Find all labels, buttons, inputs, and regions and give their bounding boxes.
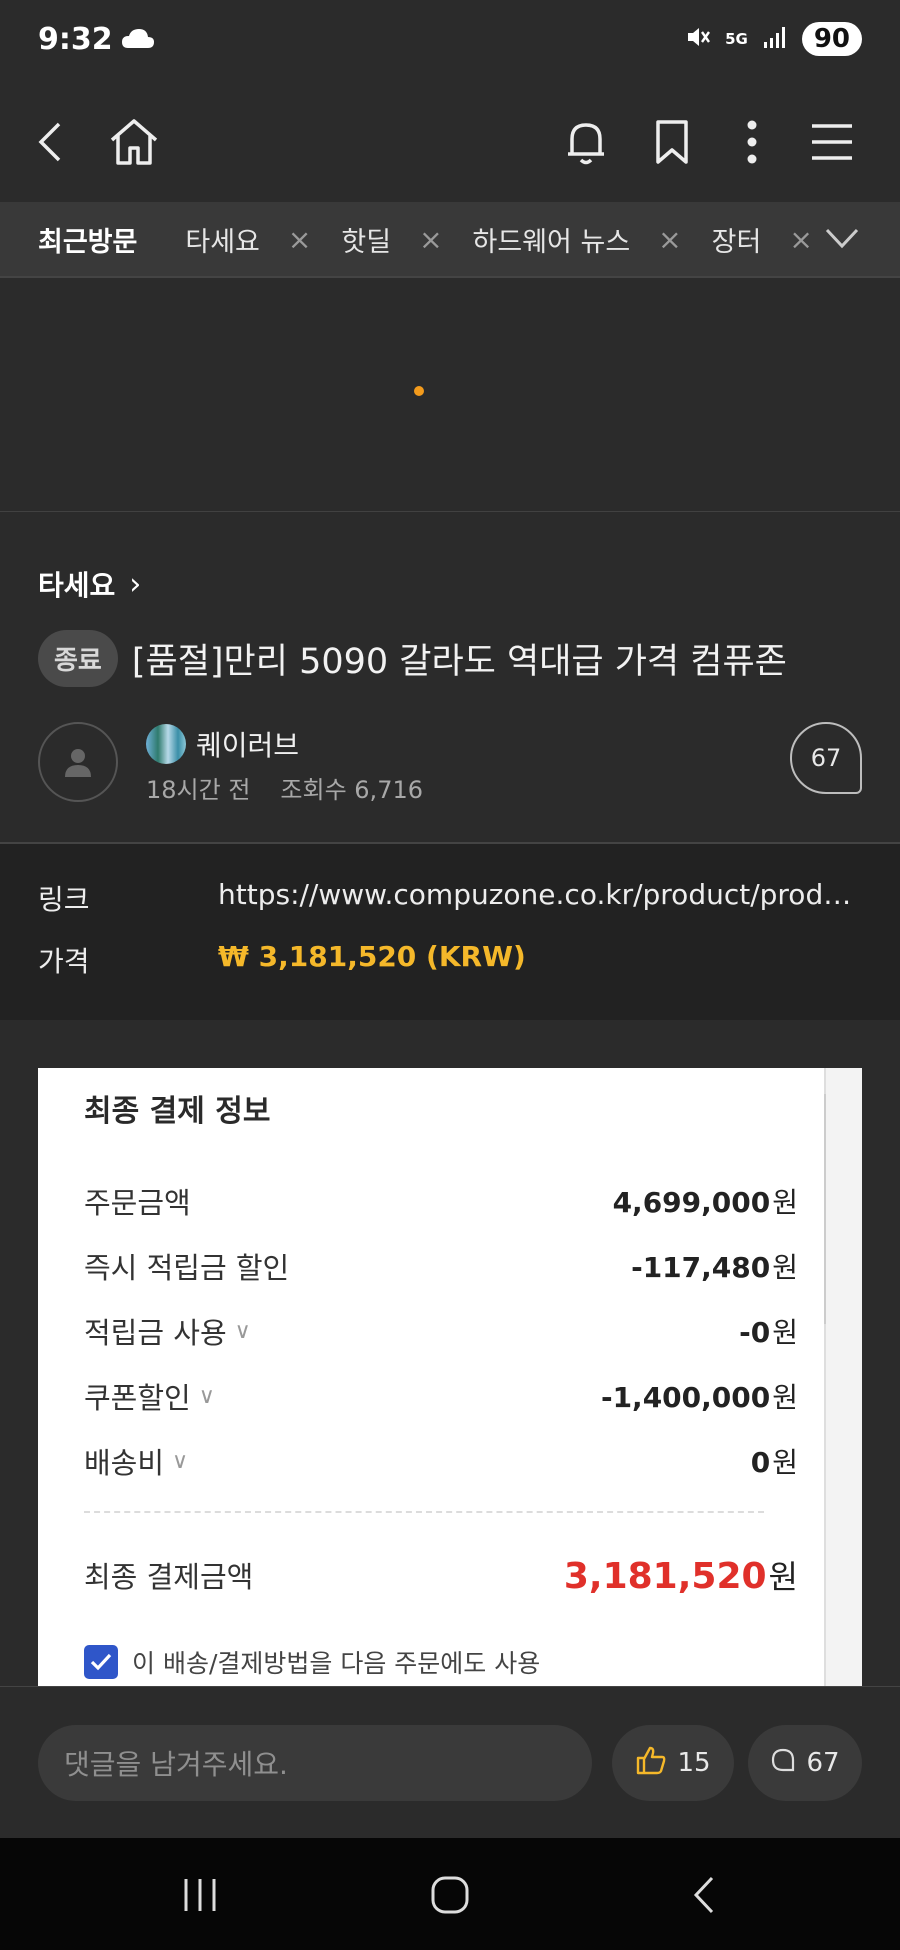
link-row: 링크 https://www.compuzone.co.kr/product/p… [38,878,858,918]
recent-label: 최근방문 [38,226,138,258]
payment-summary-title: 최종 결제 정보 [84,1094,271,1129]
recent-tab[interactable]: 타세요 × [185,220,311,259]
author-row: 퀘이러브 18시간 전 조회수 6,716 67 [38,722,862,806]
payment-total-label: 최종 결제금액 [84,1560,254,1594]
back-arrow-icon[interactable] [20,112,80,172]
user-avatar-icon[interactable] [38,722,118,802]
close-icon[interactable]: × [419,223,442,256]
close-icon[interactable]: × [658,223,681,256]
close-icon[interactable]: × [789,223,812,256]
ad-area [0,280,900,512]
board-name[interactable]: 타세요 [38,564,115,604]
payment-row-label: 주문금액 [84,1186,191,1220]
top-navigation [0,86,900,202]
payment-row: 적립금 사용 ∨ -0원 [84,1310,798,1352]
image-scrollbar [824,1094,826,1324]
recent-tab[interactable]: 핫딜 × [341,220,442,259]
price-value: ₩ 3,181,520 (KRW) [218,940,526,973]
close-icon[interactable]: × [288,223,311,256]
payment-row-value: -1,400,000원 [600,1381,798,1414]
post-meta: 18시간 전 조회수 6,716 [146,770,423,805]
comment-count-badge[interactable]: 67 [790,722,862,794]
deal-info: 링크 https://www.compuzone.co.kr/product/p… [0,844,900,1020]
network-type: 5G [725,29,748,48]
recent-apps-icon[interactable] [170,1868,230,1922]
payment-row-label: 적립금 사용 ∨ [84,1316,251,1350]
bell-icon[interactable] [556,112,616,172]
chevron-down-icon: ∨ [234,1318,251,1344]
recent-tab-label[interactable]: 타세요 [185,220,260,259]
comment-icon [770,1747,796,1780]
hamburger-menu-icon[interactable] [802,112,862,172]
payment-total-value: 3,181,520원 [563,1556,798,1597]
payment-row-label: 쿠폰할인 ∨ [84,1381,215,1415]
comment-input[interactable]: 댓글을 남겨주세요. [38,1725,592,1801]
chevron-down-icon: ∨ [198,1383,215,1409]
cloud-icon [120,26,156,58]
image-right-strip [824,1068,862,1686]
post-title-row: 종료 [품절]만리 5090 갈라도 역대급 가격 컴퓨존 [38,630,787,687]
payment-total-row: 최종 결제금액 3,181,520원 [84,1552,798,1598]
post-title: [품절]만리 5090 갈라도 역대급 가격 컴퓨존 [131,642,787,682]
chevron-down-icon[interactable] [824,224,860,256]
price-row: 가격 ₩ 3,181,520 (KRW) [38,940,858,980]
status-badge: 종료 [38,630,118,687]
checkbox-checked-icon [84,1645,118,1679]
mute-icon [685,24,711,54]
battery-level: 90 [801,22,862,56]
post-views: 조회수 6,716 [280,776,423,804]
thumbs-up-icon [635,1744,667,1783]
author-avatar [146,724,186,764]
recent-tab[interactable]: 장터 × [712,220,813,259]
home-button-icon[interactable] [420,1868,480,1922]
payment-row: 배송비 ∨ 0원 [84,1440,798,1482]
loading-dot [414,386,424,396]
comment-count: 67 [806,1748,840,1778]
recent-tabs-bar: 최근방문 타세요 × 핫딜 × 하드웨어 뉴스 × 장터 × [0,202,900,278]
recent-tab-label[interactable]: 하드웨어 뉴스 [473,220,631,259]
chevron-down-icon: ∨ [172,1448,189,1474]
reuse-payment-option: 이 배송/결제방법을 다음 주문에도 사용 [84,1644,540,1680]
comment-count: 67 [810,744,842,772]
comment-bar: 댓글을 남겨주세요. 15 67 [0,1686,900,1838]
status-bar: 9:32 5G 90 [0,0,900,86]
payment-row-value: 0원 [750,1446,798,1479]
link-value[interactable]: https://www.compuzone.co.kr/product/prod… [218,878,858,918]
dashed-divider [84,1511,764,1513]
system-navigation-bar [0,1838,900,1950]
checkbox-label: 이 배송/결제방법을 다음 주문에도 사용 [132,1649,541,1678]
author-name[interactable]: 퀘이러브 [196,724,299,764]
board-breadcrumb[interactable]: 타세요 › [38,564,141,604]
more-vertical-icon[interactable] [722,112,782,172]
post-time: 18시간 전 [146,776,251,804]
payment-row-value: -0원 [739,1316,798,1349]
like-button[interactable]: 15 [612,1725,734,1801]
signal-icon [762,24,788,54]
recent-tab[interactable]: 하드웨어 뉴스 × [473,220,682,259]
like-count: 15 [677,1748,711,1778]
price-label: 가격 [38,945,90,978]
payment-row-label: 즉시 적립금 할인 [84,1251,290,1285]
payment-row: 즉시 적립금 할인 -117,480원 [84,1245,798,1287]
payment-row: 쿠폰할인 ∨ -1,400,000원 [84,1375,798,1417]
payment-row-value: 4,699,000원 [612,1186,798,1219]
status-time: 9:32 [38,22,113,57]
comments-button[interactable]: 67 [748,1725,862,1801]
chevron-right-icon: › [129,566,142,602]
post-image[interactable]: 최종 결제 정보 주문금액 4,699,000원 즉시 적립금 할인 -117,… [38,1068,862,1686]
recent-tab-label[interactable]: 장터 [712,220,762,259]
payment-row-value: -117,480원 [631,1251,798,1284]
payment-row: 주문금액 4,699,000원 [84,1180,798,1222]
payment-row-label: 배송비 ∨ [84,1446,189,1480]
system-back-icon[interactable] [674,1868,734,1922]
author[interactable]: 퀘이러브 [146,724,299,764]
bookmark-icon[interactable] [642,112,702,172]
link-label: 링크 [38,883,90,916]
recent-tab-label[interactable]: 핫딜 [341,220,391,259]
home-icon[interactable] [104,112,164,172]
